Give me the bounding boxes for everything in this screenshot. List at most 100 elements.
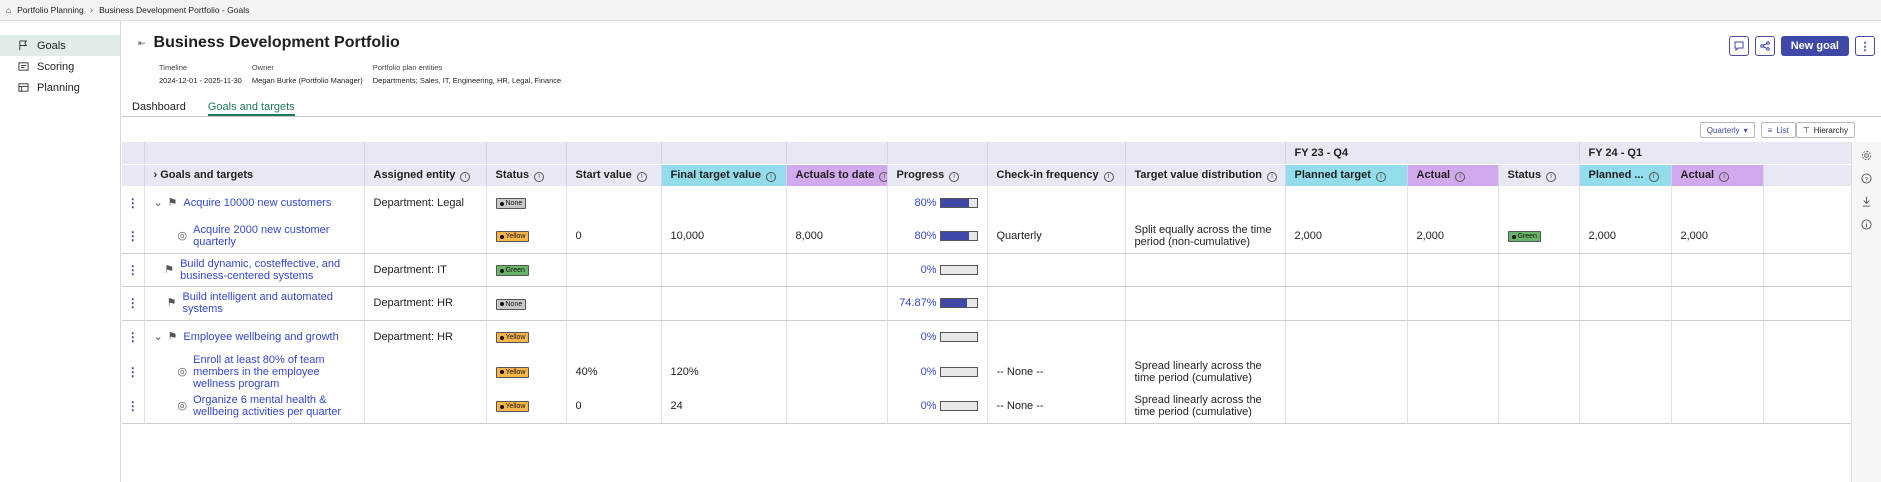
row-actions-button[interactable]: ⋮ xyxy=(122,353,145,390)
table-row[interactable]: ⋮ ⌄ ⚑ Employee wellbeing and growth Depart… xyxy=(122,320,1852,354)
info-icon[interactable]: i xyxy=(1648,171,1659,182)
info-icon[interactable]: i xyxy=(1455,171,1466,182)
header-spacer xyxy=(122,142,145,165)
help-icon[interactable]: ? xyxy=(1861,173,1872,184)
progress-bar xyxy=(939,264,978,275)
status-dot xyxy=(499,370,504,375)
entity-cell: Department: IT xyxy=(364,253,487,287)
status-badge: Yellow xyxy=(495,366,530,378)
col-checkin[interactable]: Check-in frequency i xyxy=(987,164,1126,186)
distribution-cell xyxy=(1125,286,1286,321)
chevron-down-icon: ▾ xyxy=(1743,125,1748,135)
info-icon[interactable]: i xyxy=(534,171,545,182)
progress-cell: 0% xyxy=(887,320,988,354)
row-actions-button[interactable]: ⋮ xyxy=(122,320,145,354)
col-progress[interactable]: Progress i xyxy=(887,164,988,186)
table-row[interactable]: ⋮ ⌄ ⚑ Acquire 10000 new customers Departme… xyxy=(122,186,1852,220)
actuals-cell xyxy=(786,389,888,424)
tab-goals-and-targets[interactable]: Goals and targets xyxy=(207,98,295,116)
goal-link[interactable]: Enroll at least 80% of team members in t… xyxy=(193,354,354,390)
tab-bar: Dashboard Goals and targets xyxy=(122,98,1881,117)
comment-button[interactable] xyxy=(1728,36,1749,56)
more-actions-button[interactable]: ⋮ xyxy=(1855,36,1875,56)
chevron-right-icon[interactable]: › xyxy=(154,169,158,181)
breadcrumb-root[interactable]: Portfolio Planning xyxy=(17,5,84,15)
row-actions-button[interactable]: ⋮ xyxy=(122,389,145,424)
progress-value[interactable]: 0% xyxy=(921,331,937,343)
progress-value[interactable]: 80% xyxy=(914,197,936,209)
progress-value[interactable]: 0% xyxy=(921,264,937,276)
row-actions-button[interactable]: ⋮ xyxy=(122,186,145,220)
table-row[interactable]: ⋮ ◎ Enroll at least 80% of team members i… xyxy=(122,353,1852,390)
sidebar-item-scoring[interactable]: Scoring xyxy=(0,56,120,77)
goal-cell: ◎ Enroll at least 80% of team members in … xyxy=(144,353,365,390)
sidebar-item-planning[interactable]: Planning xyxy=(0,77,120,98)
scoring-icon xyxy=(18,62,29,71)
col-goals[interactable]: › Goals and targets xyxy=(144,164,365,186)
col-actuals[interactable]: Actuals to date i xyxy=(786,164,888,186)
progress-value[interactable]: 0% xyxy=(921,400,937,412)
row-actions-button[interactable]: ⋮ xyxy=(122,286,145,321)
goal-link[interactable]: Organize 6 mental health & wellbeing act… xyxy=(193,394,354,418)
goal-link[interactable]: Acquire 2000 new customer quarterly xyxy=(193,224,354,248)
col-p2-planned[interactable]: Planned ... i xyxy=(1579,164,1672,186)
goal-link[interactable]: Acquire 10000 new customers xyxy=(183,197,331,209)
col-final[interactable]: Final target value i xyxy=(661,164,787,186)
table-row[interactable]: ⋮ ⚑ Build dynamic, costeffective, and bus… xyxy=(122,253,1852,287)
actuals-cell xyxy=(786,353,888,390)
progress-value[interactable]: 0% xyxy=(921,366,937,378)
col-actuals-label: Actuals to date xyxy=(795,168,875,181)
col-entity[interactable]: Assigned entity i xyxy=(364,164,487,186)
sidebar-item-goals[interactable]: Goals xyxy=(0,35,120,56)
table-row[interactable]: ⋮ ◎ Acquire 2000 new customer quarterly Y… xyxy=(122,219,1852,254)
col-distribution[interactable]: Target value distribution i xyxy=(1125,164,1286,186)
table-row[interactable]: ⋮ ⚑ Build intelligent and automated syste… xyxy=(122,286,1852,321)
info-icon[interactable]: i xyxy=(1546,171,1557,182)
header-spacer xyxy=(486,142,567,165)
info-icon[interactable]: i xyxy=(1267,171,1278,182)
chevron-down-icon[interactable]: ⌄ xyxy=(154,197,163,209)
table-body: ⋮ ⌄ ⚑ Acquire 10000 new customers Departme… xyxy=(122,186,1852,424)
settings-icon[interactable] xyxy=(1861,150,1872,161)
info-icon[interactable] xyxy=(1861,219,1872,230)
collapse-icon[interactable]: ⇤ xyxy=(138,38,146,49)
col-p1-planned[interactable]: Planned target i xyxy=(1285,164,1408,186)
col-p1-actual[interactable]: Actual i xyxy=(1407,164,1499,186)
progress-value[interactable]: 80% xyxy=(914,230,936,242)
main-content: ⇤ Business Development Portfolio Timelin… xyxy=(122,21,1881,482)
list-view-button[interactable]: ≡ List xyxy=(1760,122,1796,138)
col-p1-status[interactable]: Status i xyxy=(1498,164,1580,186)
download-icon[interactable] xyxy=(1861,196,1872,207)
status-dot xyxy=(499,302,504,306)
info-icon[interactable]: i xyxy=(1103,171,1114,182)
status-badge-label: None xyxy=(505,300,523,308)
info-icon[interactable]: i xyxy=(765,171,776,182)
info-icon[interactable]: i xyxy=(636,171,647,182)
goal-link[interactable]: Build dynamic, costeffective, and busine… xyxy=(180,258,354,282)
entity-cell xyxy=(364,353,487,390)
entity-cell xyxy=(364,389,487,424)
period-select[interactable]: Quarterly ▾ xyxy=(1699,122,1755,138)
info-icon[interactable]: i xyxy=(949,171,960,182)
hierarchy-view-button[interactable]: ⊤ Hierarchy xyxy=(1795,122,1855,138)
row-actions-button[interactable]: ⋮ xyxy=(122,253,145,287)
tab-dashboard[interactable]: Dashboard xyxy=(132,98,186,116)
p1-planned-cell xyxy=(1285,389,1408,424)
col-p2-actual[interactable]: Actual i xyxy=(1671,164,1764,186)
status-dot xyxy=(499,335,504,340)
goal-link[interactable]: Employee wellbeing and growth xyxy=(183,331,338,343)
info-icon[interactable]: i xyxy=(879,171,886,182)
goal-link[interactable]: Build intelligent and automated systems xyxy=(182,291,354,315)
info-icon[interactable]: i xyxy=(460,171,471,182)
new-goal-button[interactable]: New goal xyxy=(1780,36,1849,56)
period-header-fy23-q4: FY 23 - Q4 xyxy=(1284,142,1580,165)
col-start[interactable]: Start value i xyxy=(566,164,662,186)
table-row[interactable]: ⋮ ◎ Organize 6 mental health & wellbeing … xyxy=(122,389,1852,424)
chevron-down-icon[interactable]: ⌄ xyxy=(154,331,163,343)
info-icon[interactable]: i xyxy=(1375,171,1386,182)
row-actions-button[interactable]: ⋮ xyxy=(122,219,145,254)
share-button[interactable] xyxy=(1754,36,1775,56)
info-icon[interactable]: i xyxy=(1719,171,1730,182)
progress-value[interactable]: 74.87% xyxy=(899,297,936,309)
col-status[interactable]: Status i xyxy=(486,164,567,186)
